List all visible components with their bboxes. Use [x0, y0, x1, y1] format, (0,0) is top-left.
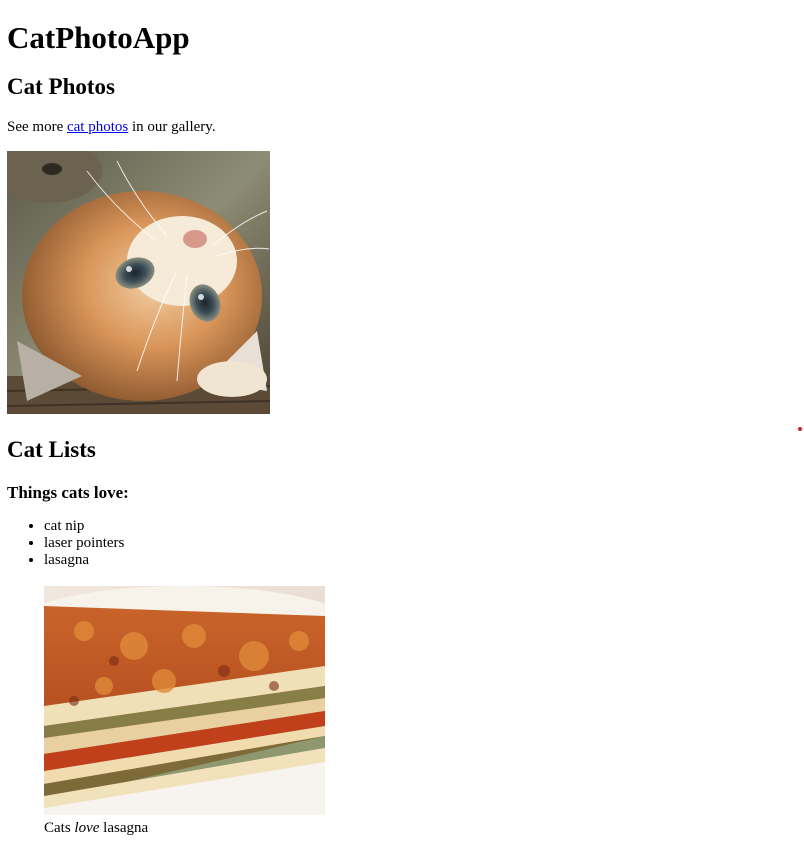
caption-before: Cats — [44, 820, 75, 836]
gallery-intro-before: See more — [7, 119, 67, 135]
red-dot-icon — [798, 427, 802, 431]
lasagna-image[interactable] — [44, 586, 325, 815]
lasagna-figure: Cats love lasagna — [44, 586, 325, 837]
caption-after: lasagna — [99, 820, 149, 836]
app-title: CatPhotoApp — [7, 20, 190, 55]
list-item: lasagna — [44, 552, 124, 569]
cat-photos-heading: Cat Photos — [7, 74, 115, 99]
things-cats-love-list: cat nip laser pointers lasagna — [7, 518, 124, 569]
list-item: laser pointers — [44, 535, 124, 552]
gallery-intro-text: See more cat photos in our gallery. — [7, 118, 216, 136]
cat-lists-heading: Cat Lists — [7, 437, 96, 462]
list-item: cat nip — [44, 518, 124, 535]
lasagna-caption: Cats love lasagna — [44, 819, 325, 837]
cat-photos-link[interactable]: cat photos — [67, 119, 128, 135]
gallery-intro-after: in our gallery. — [128, 119, 216, 135]
cat-photo-image[interactable] — [7, 151, 270, 414]
things-cats-love-heading: Things cats love: — [7, 483, 129, 502]
caption-emphasis: love — [74, 820, 100, 836]
